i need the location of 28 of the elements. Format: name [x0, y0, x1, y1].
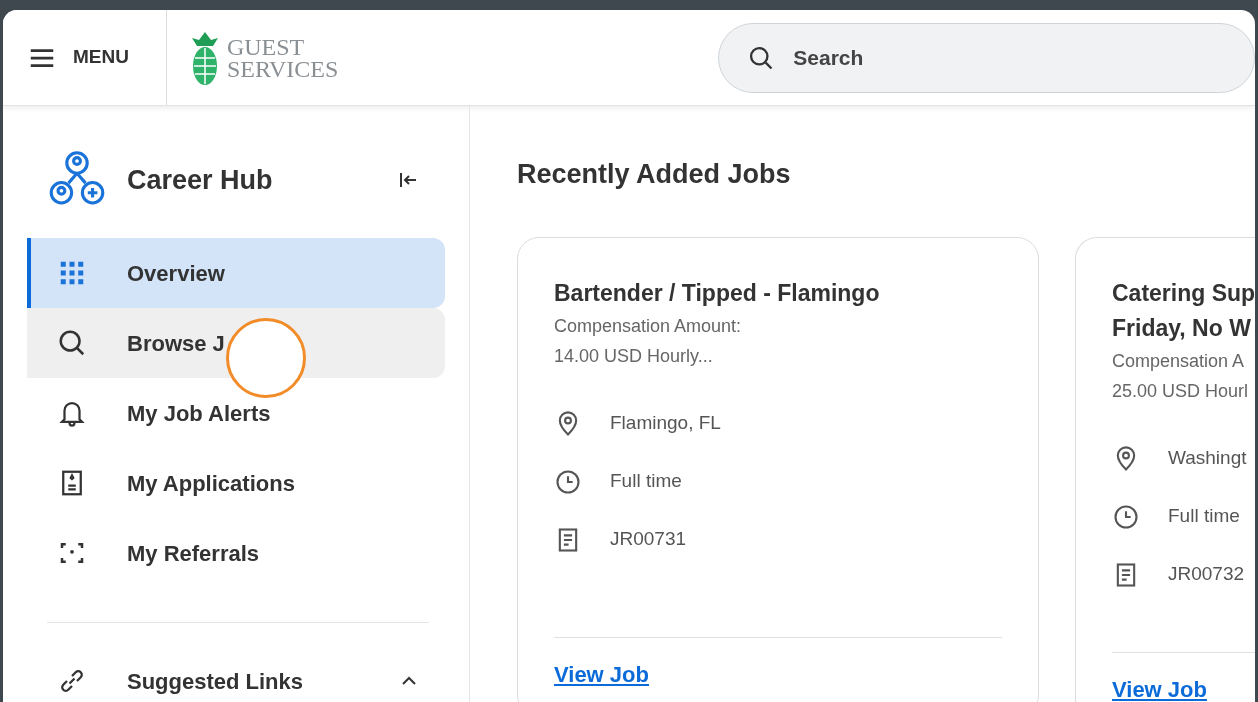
job-title[interactable]: Catering Sup Friday, No W — [1112, 275, 1255, 346]
view-job-link[interactable]: View Job — [1112, 676, 1207, 702]
logo-text: SERVICES — [226, 57, 339, 80]
clock-icon — [554, 467, 582, 496]
logo-text: GUEST — [226, 35, 306, 58]
job-id: JR00732 — [1168, 562, 1245, 587]
compensation-amount: 25.00 USD Hourl — [1112, 379, 1250, 403]
suggested-links-toggle[interactable]: Suggested Links — [27, 653, 445, 702]
job-title[interactable]: Bartender / Tipped - Flamingo — [554, 275, 1002, 311]
job-location: Washingt — [1168, 446, 1247, 471]
menu-button[interactable]: MENU — [3, 10, 167, 105]
job-schedule: Full time — [1168, 504, 1240, 529]
compensation-amount: 14.00 USD Hourly... — [554, 344, 714, 368]
sidebar-item[interactable]: My Referrals — [27, 518, 445, 588]
job-id: JR00731 — [610, 527, 687, 552]
search-bar[interactable]: Search — [718, 22, 1255, 93]
compensation-label: Compensation Amount: — [554, 314, 743, 338]
compensation-label: Compensation A — [1112, 349, 1246, 373]
sidebar-item[interactable]: My Job Alerts — [27, 378, 445, 448]
sidebar-title: Career Hub — [127, 163, 274, 197]
clock-icon — [1112, 502, 1140, 531]
section-title: Recently Added Jobs — [517, 158, 792, 191]
job-schedule: Full time — [610, 469, 682, 494]
view-job-link[interactable]: View Job — [554, 661, 649, 687]
sidebar-item[interactable]: Overview — [27, 238, 445, 308]
job-location: Flamingo, FL — [610, 411, 721, 436]
sidebar-item[interactable]: My Applications — [27, 448, 445, 518]
search-input[interactable]: Search — [791, 24, 1192, 91]
